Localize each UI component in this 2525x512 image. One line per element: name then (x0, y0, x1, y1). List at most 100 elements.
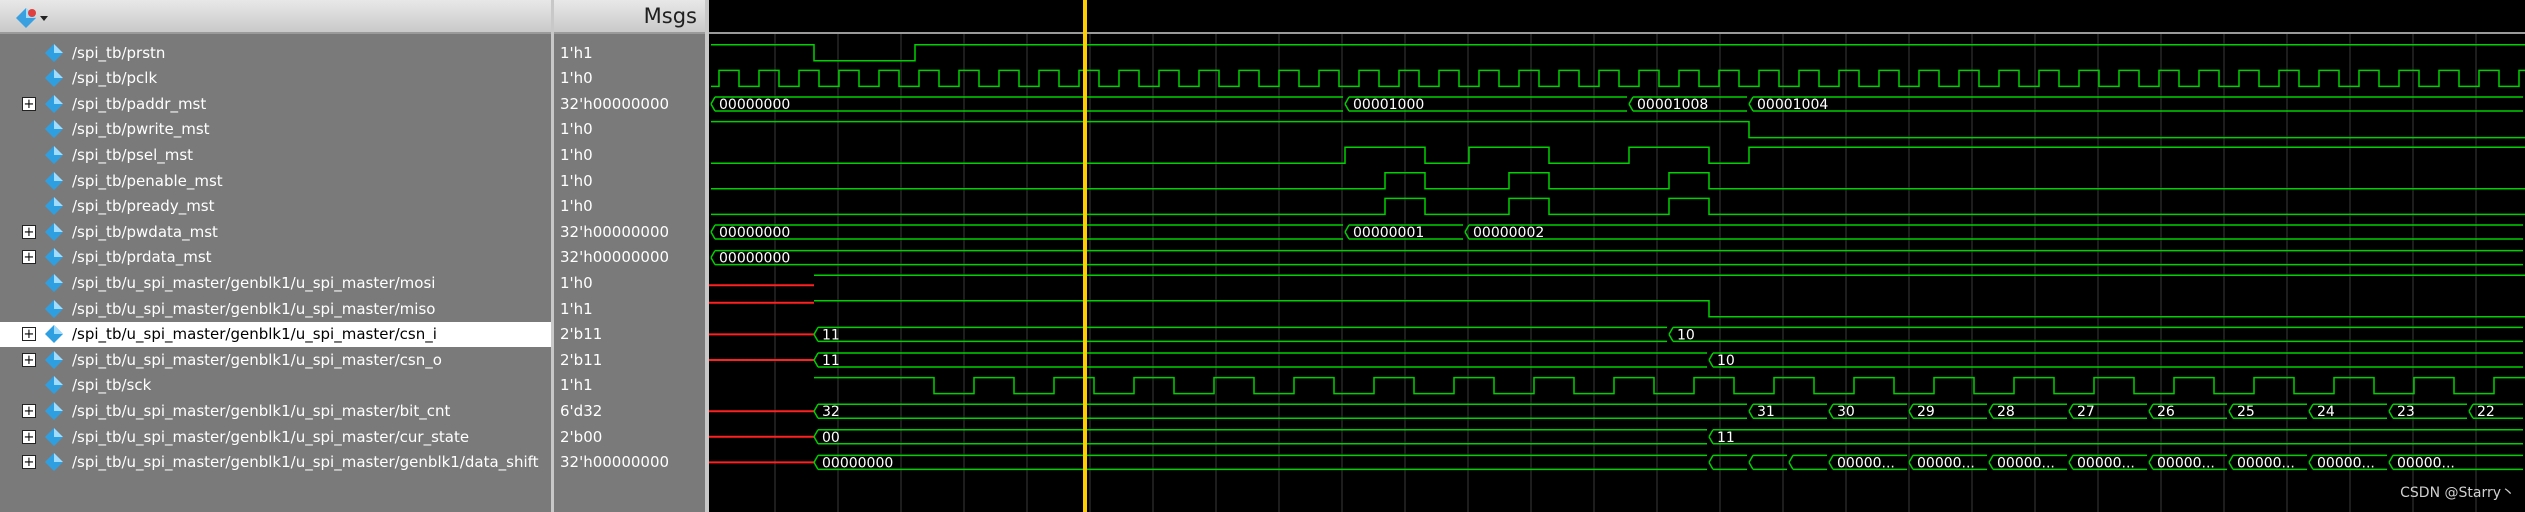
signal-row[interactable]: + /spi_tb/u_spi_master/genblk1/u_spi_mast… (0, 424, 551, 449)
data-shift-bus-segment (813, 454, 1707, 471)
signal-row[interactable]: + /spi_tb/paddr_mst (0, 91, 551, 116)
csn-i-bus-label: 11 (822, 327, 840, 343)
expand-toggle-icon[interactable]: + (22, 455, 36, 470)
signal-row[interactable]: + /spi_tb/u_spi_master/genblk1/u_spi_mast… (0, 450, 551, 475)
signal-value: 32'h00000000 (560, 94, 670, 113)
cur-state-bus-label: 11 (1717, 430, 1735, 446)
miso-wave (814, 300, 2525, 318)
signal-row[interactable]: /spi_tb/prstn (0, 40, 551, 65)
signal-row[interactable]: + /spi_tb/pwdata_mst (0, 219, 551, 244)
pclk-wave (711, 69, 2525, 88)
bit-cnt-bus-label: 22 (2477, 404, 2495, 420)
signal-row[interactable]: + /spi_tb/u_spi_master/genblk1/u_spi_mast… (0, 347, 551, 372)
csn-o-bus-label: 10 (1717, 353, 1735, 369)
waveform-pane[interactable]: 00000000 00001000 00001008 00001004 00000000… (709, 0, 2525, 512)
expand-toggle-icon[interactable]: + (22, 352, 36, 367)
signal-value: 1'h0 (560, 197, 593, 216)
signal-diamond-icon (45, 197, 63, 216)
csn-i-bus-label: 10 (1677, 327, 1695, 343)
signal-value: 32'h00000000 (560, 453, 670, 472)
signal-row[interactable]: /spi_tb/pwrite_mst (0, 117, 551, 142)
signal-name: /spi_tb/pwdata_mst (72, 222, 218, 241)
data-shift-bus-label: 00000... (1837, 455, 1895, 471)
paddr-bus-label: 00001000 (1353, 97, 1424, 113)
bit-cnt-bus-label: 30 (1837, 404, 1855, 420)
signal-diamond-icon (45, 171, 63, 190)
paddr-bus-label: 00001008 (1637, 97, 1708, 113)
signal-name: /spi_tb/pready_mst (72, 197, 215, 216)
signal-name: /spi_tb/sck (72, 376, 152, 395)
data-shift-bus-segment (1708, 454, 1747, 471)
data-shift-bus-label: 00000... (2317, 455, 2375, 471)
csn-i-bus-segment (813, 326, 1667, 343)
signal-row[interactable]: + /spi_tb/u_spi_master/genblk1/u_spi_mast… (0, 398, 551, 423)
names-header (0, 0, 551, 34)
signal-diamond-icon (45, 145, 63, 164)
signal-row[interactable]: /spi_tb/penable_mst (0, 168, 551, 193)
data-shift-bus-label: 00000... (2237, 455, 2295, 471)
expand-toggle-icon[interactable]: + (22, 224, 36, 239)
expand-toggle-icon[interactable]: + (22, 429, 36, 444)
signal-row[interactable]: + /spi_tb/prdata_mst (0, 245, 551, 270)
cur-state-bus-label: 00 (822, 430, 840, 446)
psel-wave (711, 146, 2525, 164)
data-shift-bus-label: 00000... (2077, 455, 2135, 471)
signal-value: 1'h0 (560, 69, 593, 88)
watermark: CSDN @Starry丶 (2400, 485, 2515, 501)
time-cursor[interactable] (1083, 0, 1087, 512)
data-shift-bus-label: 00000000 (822, 455, 893, 471)
csn-o-bus-segment (813, 352, 1707, 368)
signal-name: /spi_tb/u_spi_master/genblk1/u_spi_maste… (72, 401, 451, 420)
signal-name: /spi_tb/u_spi_master/genblk1/u_spi_maste… (72, 273, 436, 292)
signal-name: /spi_tb/penable_mst (72, 171, 223, 190)
expand-toggle-icon[interactable]: + (22, 96, 36, 111)
bit-cnt-bus-segment (813, 403, 1747, 419)
expand-toggle-icon[interactable]: + (22, 327, 36, 342)
signal-value: 1'h0 (560, 145, 593, 164)
pwdata-bus-label: 00000002 (1473, 225, 1544, 241)
pwdata-bus-segment (1464, 224, 2523, 240)
values-header: Msgs (554, 0, 705, 34)
wave-header (709, 0, 2525, 34)
signal-diamond-icon (45, 120, 63, 139)
bit-cnt-bus-label: 27 (2077, 404, 2095, 420)
data-shift-bus-label: 00000... (2157, 455, 2215, 471)
penable-wave (711, 172, 2525, 190)
bit-cnt-bus-label: 25 (2237, 404, 2255, 420)
signal-value: 32'h00000000 (560, 222, 670, 241)
signal-value: 1'h0 (560, 171, 593, 190)
signal-diamond-icon (45, 350, 63, 369)
pwrite-wave (711, 120, 2525, 139)
wave-signal-icon[interactable] (14, 6, 50, 30)
signal-diamond-icon (45, 299, 63, 318)
cur-state-bus-segment (813, 429, 1707, 445)
signal-row[interactable]: /spi_tb/psel_mst (0, 142, 551, 167)
signal-row[interactable]: /spi_tb/u_spi_master/genblk1/u_spi_maste… (0, 270, 551, 295)
paddr-bus-label: 00001004 (1757, 97, 1828, 113)
prstn-wave (711, 44, 2525, 62)
csn-o-bus-segment (1708, 352, 2523, 368)
csn-o-bus-label: 11 (822, 353, 840, 369)
signal-row[interactable]: /spi_tb/sck (0, 373, 551, 398)
signal-name: /spi_tb/u_spi_master/genblk1/u_spi_maste… (72, 350, 442, 369)
signal-row[interactable]: /spi_tb/u_spi_master/genblk1/u_spi_maste… (0, 296, 551, 321)
signal-name: /spi_tb/u_spi_master/genblk1/u_spi_maste… (72, 453, 539, 472)
prdata-bus-label: 00000000 (719, 251, 790, 267)
expand-toggle-icon[interactable]: + (22, 403, 36, 418)
signal-row[interactable]: + /spi_tb/u_spi_master/genblk1/u_spi_mast… (0, 321, 551, 347)
waveform-canvas[interactable]: 00000000 00001000 00001008 0000100400000000… (709, 34, 2525, 512)
signal-row[interactable]: /spi_tb/pclk (0, 66, 551, 91)
data-shift-bus-label: 00000... (2397, 455, 2455, 471)
data-shift-bus-label: 00000... (1997, 455, 2055, 471)
signal-name: /spi_tb/pwrite_mst (72, 120, 210, 139)
signal-name: /spi_tb/prdata_mst (72, 248, 212, 267)
signal-diamond-icon (45, 325, 63, 344)
signal-value: 32'h00000000 (560, 248, 670, 267)
cur-state-bus-segment (1708, 429, 2523, 445)
expand-toggle-icon[interactable]: + (22, 250, 36, 265)
waveform-window: /spi_tb/prstn/spi_tb/pclk + /spi_tb/paddr_… (0, 0, 2525, 512)
msgs-label: Msgs (643, 4, 697, 28)
paddr-bus-segment (1748, 96, 2523, 112)
signal-row[interactable]: /spi_tb/pready_mst (0, 194, 551, 219)
signal-value: 2'b00 (560, 427, 603, 446)
